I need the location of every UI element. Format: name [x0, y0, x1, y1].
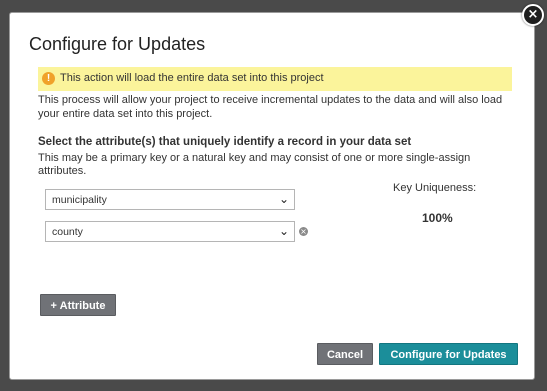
cancel-button[interactable]: Cancel	[317, 343, 373, 365]
configure-updates-dialog: Configure for Updates ! This action will…	[9, 12, 535, 380]
add-attribute-button[interactable]: + Attribute	[40, 294, 116, 316]
key-uniqueness-value: 100%	[422, 211, 453, 225]
dialog-description: This process will allow your project to …	[38, 94, 503, 120]
warning-text: This action will load the entire data se…	[60, 72, 324, 84]
chevron-down-icon: ⌄	[278, 224, 289, 238]
remove-attribute-icon[interactable]: ×	[299, 227, 308, 236]
configure-for-updates-button[interactable]: Configure for Updates	[379, 343, 518, 365]
exclamation-icon: !	[42, 72, 55, 85]
section-title: Select the attribute(s) that uniquely id…	[38, 136, 412, 148]
attribute-select-value: municipality	[52, 194, 107, 206]
chevron-down-icon: ⌄	[278, 192, 289, 206]
attribute-select-value: county	[52, 226, 83, 238]
warning-banner: ! This action will load the entire data …	[38, 67, 512, 91]
dialog-title: Configure for Updates	[29, 34, 206, 54]
attribute-select-2[interactable]: county ⌄	[45, 221, 295, 242]
section-description: This may be a primary key or a natural k…	[38, 152, 471, 177]
close-icon[interactable]: ×	[522, 4, 544, 26]
attribute-select-1[interactable]: municipality ⌄	[45, 189, 295, 210]
key-uniqueness-label: Key Uniqueness:	[393, 182, 477, 194]
